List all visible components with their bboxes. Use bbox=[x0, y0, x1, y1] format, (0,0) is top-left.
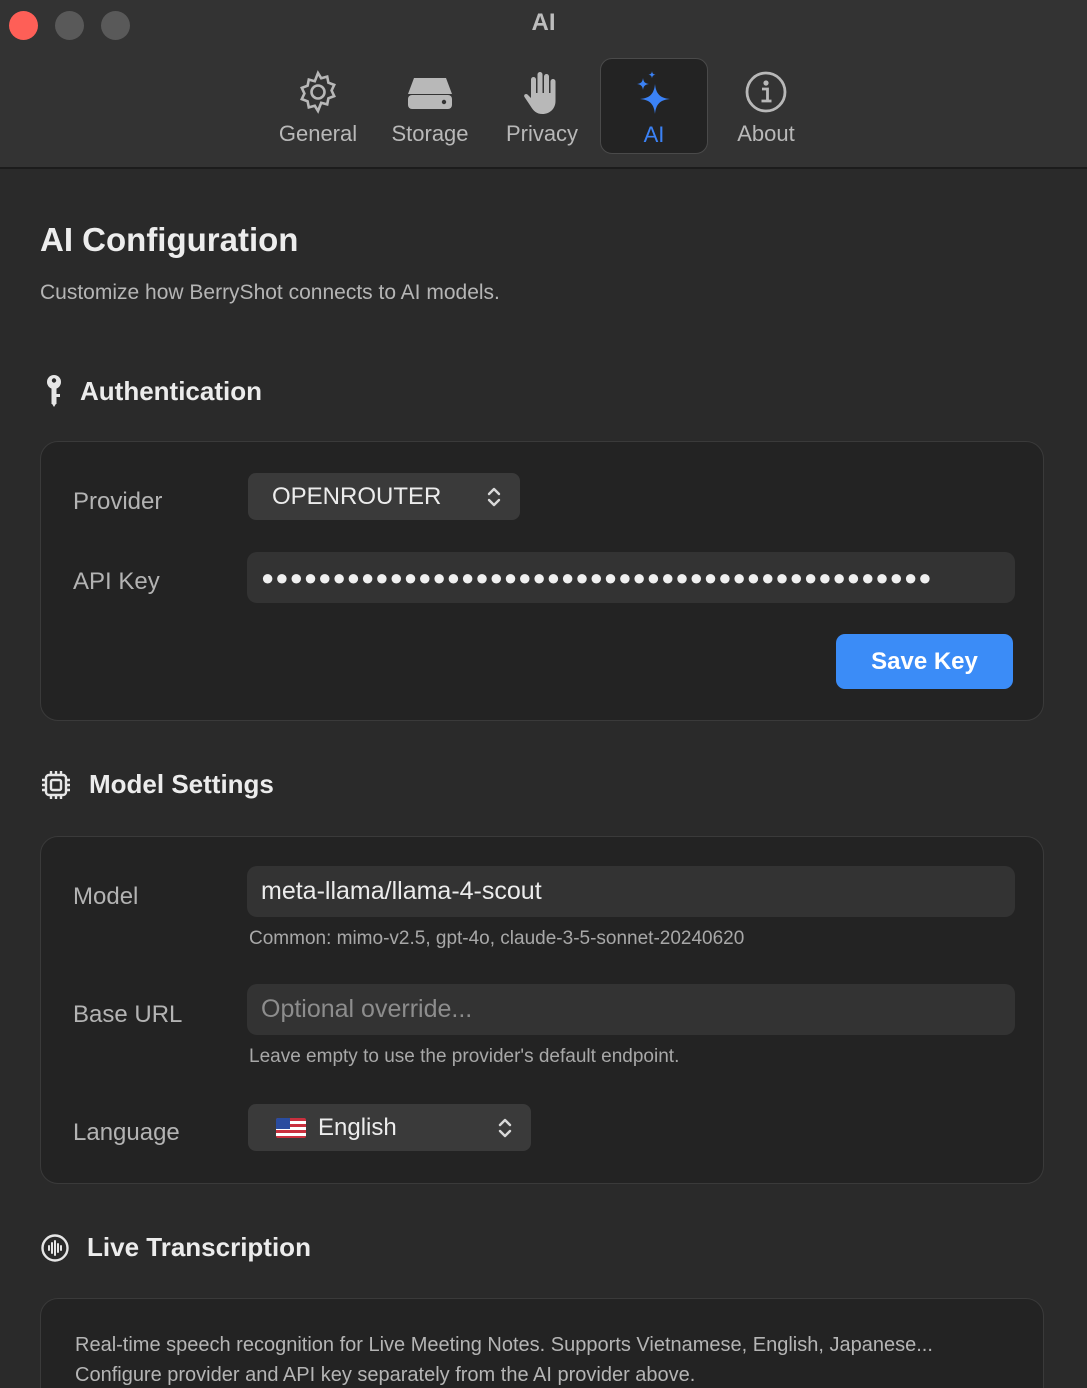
gear-icon bbox=[296, 66, 340, 118]
live-transcription-description: Real-time speech recognition for Live Me… bbox=[75, 1334, 933, 1356]
tab-ai-label: AI bbox=[643, 122, 665, 147]
base-url-field[interactable]: Optional override... bbox=[247, 984, 1015, 1035]
authentication-section-header: Authentication bbox=[40, 374, 262, 408]
tab-storage-label: Storage bbox=[391, 121, 469, 146]
provider-select[interactable]: OPENROUTER bbox=[248, 473, 520, 520]
model-field[interactable]: meta-llama/llama-4-scout bbox=[247, 866, 1015, 917]
drive-icon bbox=[406, 66, 454, 118]
tab-privacy[interactable]: Privacy bbox=[488, 58, 596, 154]
waveform-icon bbox=[40, 1233, 70, 1263]
model-value: meta-llama/llama-4-scout bbox=[261, 877, 542, 905]
model-help-text: Common: mimo-v2.5, gpt-4o, claude-3-5-so… bbox=[249, 928, 745, 949]
tab-privacy-label: Privacy bbox=[505, 121, 579, 146]
sparkles-icon bbox=[633, 67, 675, 119]
key-icon bbox=[40, 374, 68, 408]
preferences-window: AI General Storage Privacy AI About AI C… bbox=[0, 0, 1087, 1388]
live-transcription-heading: Live Transcription bbox=[87, 1232, 311, 1262]
base-url-label: Base URL bbox=[73, 1001, 183, 1028]
authentication-card: Provider OPENROUTER API Key ●●●●●●●●●●●●… bbox=[40, 441, 1044, 721]
model-settings-section-header: Model Settings bbox=[40, 769, 274, 800]
language-select[interactable]: English bbox=[248, 1104, 531, 1151]
tab-general[interactable]: General bbox=[264, 58, 372, 154]
page-subtitle: Customize how BerryShot connects to AI m… bbox=[40, 281, 500, 304]
authentication-heading: Authentication bbox=[80, 375, 262, 406]
model-label: Model bbox=[73, 883, 139, 910]
api-key-value: ●●●●●●●●●●●●●●●●●●●●●●●●●●●●●●●●●●●●●●●●… bbox=[261, 564, 933, 590]
window-title: AI bbox=[531, 9, 556, 36]
provider-value: OPENROUTER bbox=[272, 482, 442, 510]
api-key-label: API Key bbox=[73, 568, 160, 595]
hand-icon bbox=[522, 66, 562, 118]
title-bar: AI General Storage Privacy AI About bbox=[0, 0, 1087, 169]
language-value: English bbox=[318, 1113, 397, 1141]
chevron-up-down-icon bbox=[486, 485, 502, 516]
live-transcription-note: Configure provider and API key separatel… bbox=[75, 1364, 696, 1386]
save-key-button[interactable]: Save Key bbox=[836, 634, 1013, 689]
model-settings-heading: Model Settings bbox=[89, 769, 274, 799]
us-flag-icon bbox=[276, 1117, 306, 1138]
tab-storage[interactable]: Storage bbox=[376, 58, 484, 154]
model-settings-card: Model meta-llama/llama-4-scout Common: m… bbox=[40, 836, 1044, 1184]
tab-about[interactable]: About bbox=[712, 58, 820, 154]
info-icon bbox=[744, 66, 788, 118]
chevron-up-down-icon bbox=[497, 1116, 513, 1147]
page-title: AI Configuration bbox=[40, 221, 299, 258]
base-url-help-text: Leave empty to use the provider's defaul… bbox=[249, 1046, 680, 1067]
tab-general-label: General bbox=[278, 121, 358, 146]
provider-label: Provider bbox=[73, 488, 163, 515]
live-transcription-section-header: Live Transcription bbox=[40, 1232, 311, 1263]
api-key-field[interactable]: ●●●●●●●●●●●●●●●●●●●●●●●●●●●●●●●●●●●●●●●●… bbox=[247, 552, 1015, 603]
cpu-icon bbox=[40, 770, 72, 800]
live-transcription-card: Real-time speech recognition for Live Me… bbox=[40, 1298, 1044, 1388]
base-url-placeholder: Optional override... bbox=[261, 995, 473, 1023]
language-label: Language bbox=[73, 1119, 180, 1146]
tab-about-label: About bbox=[737, 121, 795, 146]
tab-ai[interactable]: AI bbox=[600, 58, 708, 154]
